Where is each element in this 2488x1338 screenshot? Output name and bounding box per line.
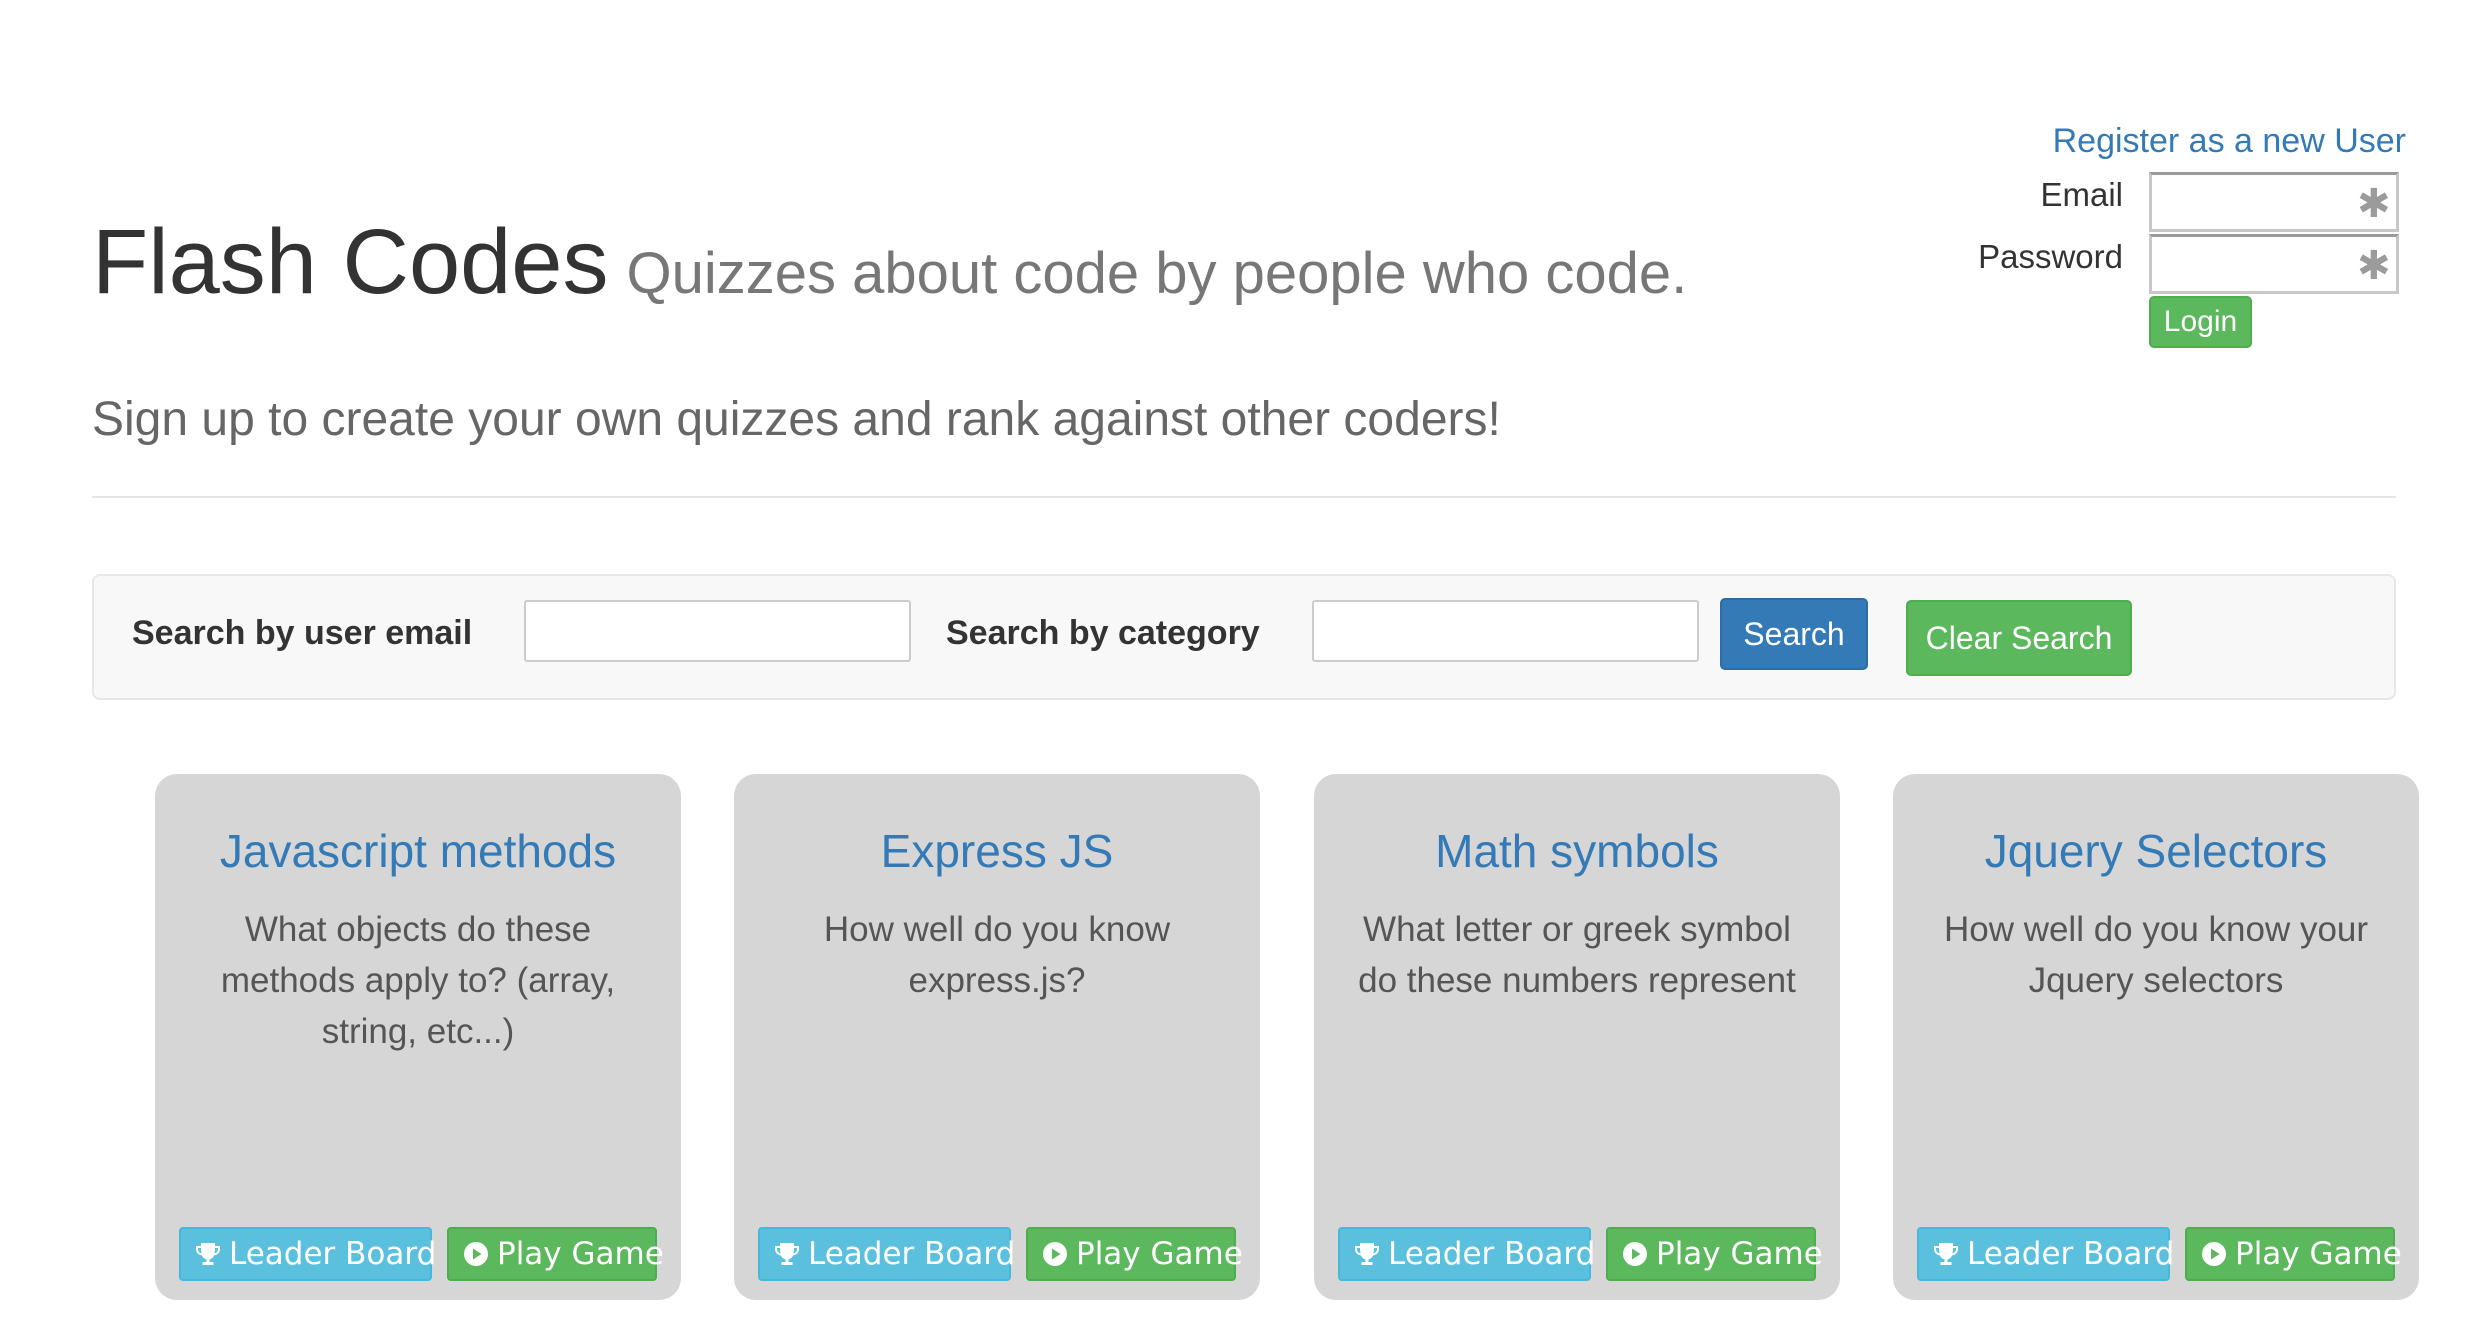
play-circle-icon	[2201, 1240, 2227, 1268]
quiz-card: Math symbols What letter or greek symbol…	[1314, 774, 1840, 1300]
quiz-card: Express JS How well do you know express.…	[734, 774, 1260, 1300]
register-link[interactable]: Register as a new User	[2036, 122, 2406, 161]
search-category-input[interactable]	[1312, 600, 1699, 662]
play-game-button[interactable]: Play Game	[1606, 1227, 1823, 1281]
quiz-card-title[interactable]: Express JS	[734, 824, 1260, 878]
quiz-card: Javascript methods What objects do these…	[155, 774, 681, 1300]
email-label: Email	[2040, 176, 2123, 213]
email-required-asterisk-icon: ✱	[2357, 181, 2391, 227]
quiz-card-title[interactable]: Math symbols	[1314, 824, 1840, 878]
page-title: Flash Codes	[92, 211, 609, 313]
quiz-card-title[interactable]: Javascript methods	[155, 824, 681, 878]
search-email-label: Search by user email	[132, 614, 473, 652]
clear-search-button[interactable]: Clear Search	[1906, 600, 2132, 676]
trophy-icon	[195, 1240, 221, 1268]
leader-board-button[interactable]: Leader Board	[1338, 1227, 1595, 1281]
search-button[interactable]: Search	[1720, 598, 1868, 670]
leader-board-label: Leader Board	[808, 1236, 1016, 1272]
signup-prompt: Sign up to create your own quizzes and r…	[92, 393, 1501, 446]
page-tagline: Quizzes about code by people who code.	[626, 241, 1688, 306]
quiz-card: Jquery Selectors How well do you know yo…	[1893, 774, 2419, 1300]
quiz-card-description: What letter or greek symbol do these num…	[1358, 910, 1796, 1000]
leader-board-label: Leader Board	[1967, 1236, 2175, 1272]
leader-board-label: Leader Board	[1388, 1236, 1596, 1272]
play-game-label: Play Game	[1076, 1236, 1243, 1272]
password-required-asterisk-icon: ✱	[2357, 243, 2391, 289]
play-circle-icon	[463, 1240, 489, 1268]
quiz-card-description: What objects do these methods apply to? …	[220, 910, 616, 1051]
quiz-card-description: How well do you know express.js?	[823, 910, 1171, 1000]
play-game-label: Play Game	[1656, 1236, 1823, 1272]
play-circle-icon	[1042, 1240, 1068, 1268]
leader-board-button[interactable]: Leader Board	[179, 1227, 436, 1281]
leader-board-button[interactable]: Leader Board	[758, 1227, 1015, 1281]
trophy-icon	[774, 1240, 800, 1268]
leader-board-label: Leader Board	[229, 1236, 437, 1272]
play-game-button[interactable]: Play Game	[447, 1227, 664, 1281]
login-button[interactable]: Login	[2149, 296, 2252, 348]
header-divider	[92, 496, 2396, 498]
play-game-label: Play Game	[2235, 1236, 2402, 1272]
search-email-input[interactable]	[524, 600, 911, 662]
password-label: Password	[1978, 238, 2123, 275]
search-bar: Search by user email Search by category …	[92, 574, 2396, 700]
search-category-label: Search by category	[946, 614, 1260, 652]
play-circle-icon	[1622, 1240, 1648, 1268]
trophy-icon	[1933, 1240, 1959, 1268]
page-header: Flash Codes Quizzes about code by people …	[92, 210, 1687, 315]
play-game-label: Play Game	[497, 1236, 664, 1272]
trophy-icon	[1354, 1240, 1380, 1268]
quiz-card-title[interactable]: Jquery Selectors	[1893, 824, 2419, 878]
play-game-button[interactable]: Play Game	[2185, 1227, 2402, 1281]
play-game-button[interactable]: Play Game	[1026, 1227, 1243, 1281]
leader-board-button[interactable]: Leader Board	[1917, 1227, 2174, 1281]
quiz-card-description: How well do you know your Jquery selecto…	[1943, 910, 2369, 1000]
